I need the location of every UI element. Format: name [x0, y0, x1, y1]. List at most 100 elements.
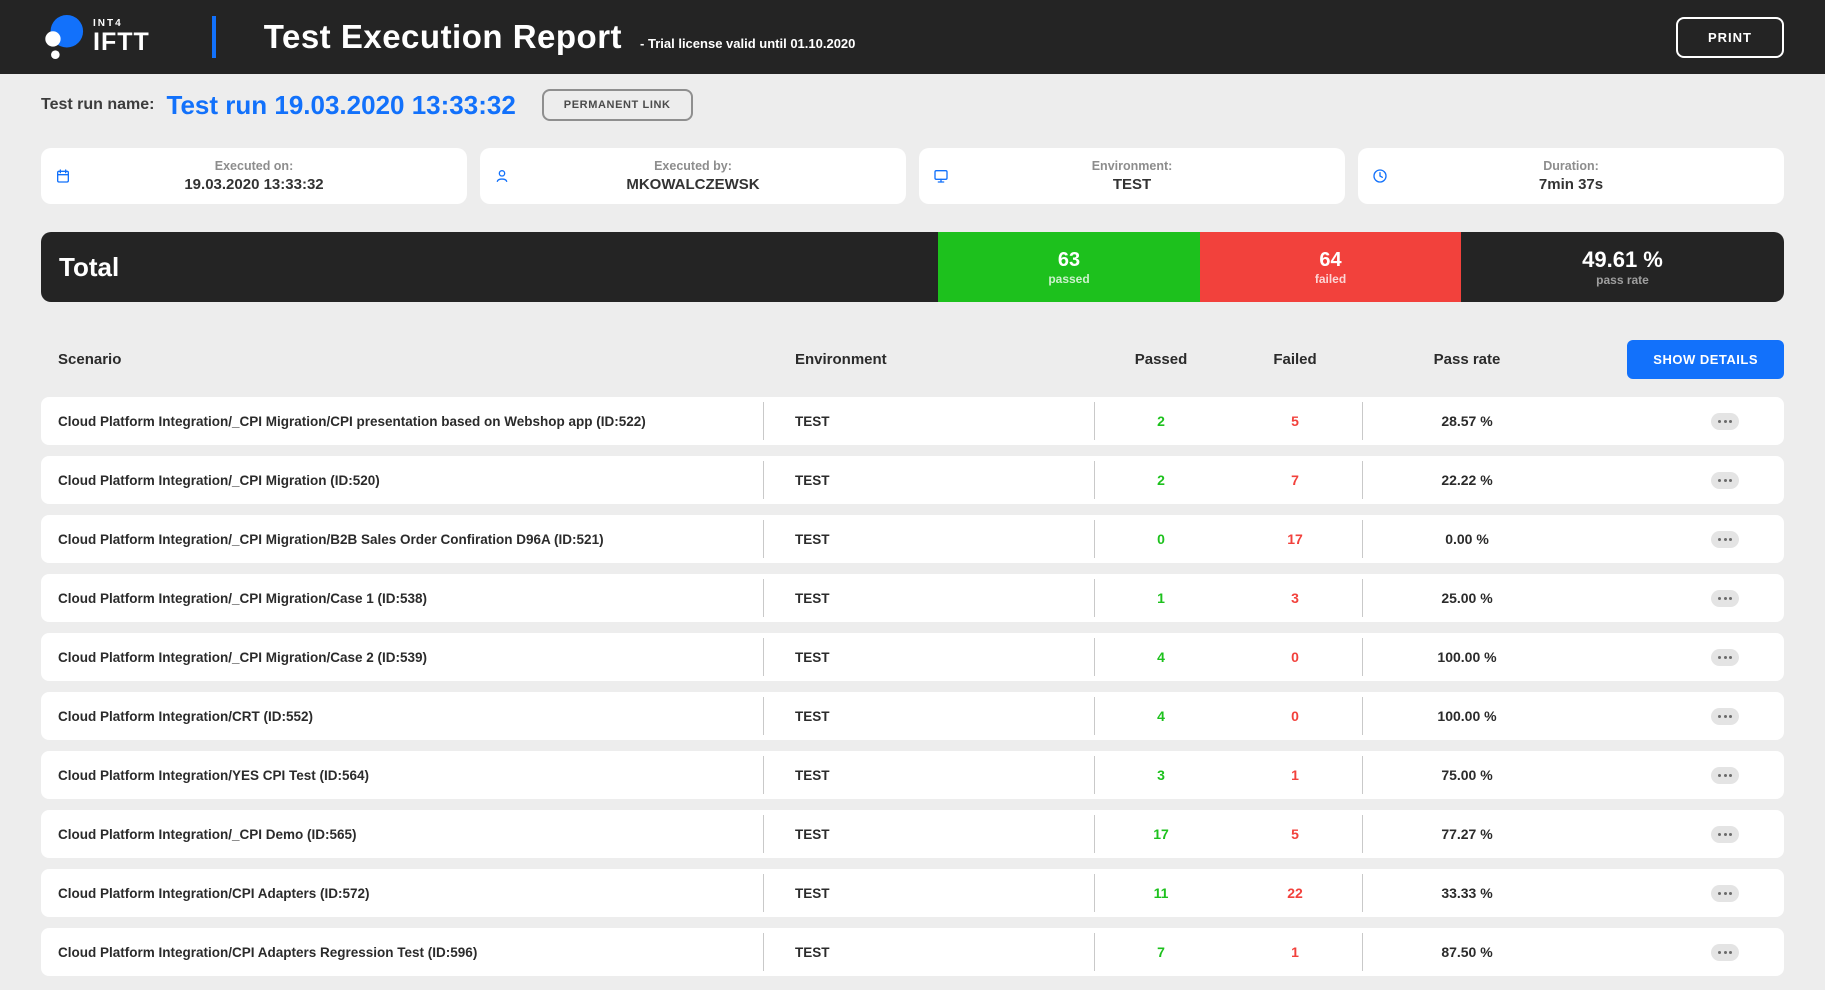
- column-divider: [1094, 874, 1095, 912]
- column-divider: [1362, 402, 1363, 440]
- scenario-cell: Cloud Platform Integration/_CPI Migratio…: [41, 473, 763, 488]
- column-divider: [1094, 520, 1095, 558]
- pass-rate-cell: 77.27 %: [1362, 826, 1572, 842]
- row-actions: [1572, 649, 1784, 666]
- ellipsis-icon: [1718, 538, 1721, 541]
- table-row: Cloud Platform Integration/_CPI Demo (ID…: [41, 810, 1784, 858]
- ellipsis-icon: [1718, 597, 1721, 600]
- pass-rate-cell: 75.00 %: [1362, 767, 1572, 783]
- column-divider: [763, 874, 764, 912]
- ellipsis-icon: [1718, 892, 1721, 895]
- passed-count: 63: [1058, 249, 1080, 272]
- row-more-options-button[interactable]: [1711, 767, 1739, 784]
- column-header-scenario: Scenario: [41, 351, 763, 368]
- failed-cell: 17: [1228, 531, 1362, 547]
- logo-mark-icon: [41, 12, 85, 62]
- row-actions: [1572, 590, 1784, 607]
- card-value: 7min 37s: [1539, 176, 1603, 193]
- table-row: Cloud Platform Integration/CRT (ID:552) …: [41, 692, 1784, 740]
- scenario-table-body: Cloud Platform Integration/_CPI Migratio…: [41, 397, 1784, 976]
- passed-cell: 4: [1094, 649, 1228, 665]
- scenario-cell: Cloud Platform Integration/_CPI Migratio…: [41, 591, 763, 606]
- ellipsis-icon: [1718, 479, 1721, 482]
- logo-text: INT4 IFTT: [93, 19, 150, 55]
- scenario-cell: Cloud Platform Integration/CPI Adapters …: [41, 886, 763, 901]
- environment-cell: TEST: [763, 768, 1094, 783]
- show-details-button[interactable]: SHOW DETAILS: [1627, 340, 1784, 379]
- duration-card: Duration: 7min 37s: [1358, 148, 1784, 204]
- column-divider: [763, 461, 764, 499]
- permanent-link-button[interactable]: PERMANENT LINK: [542, 89, 693, 121]
- environment-cell: TEST: [763, 532, 1094, 547]
- passed-caption: passed: [1048, 272, 1089, 286]
- table-row: Cloud Platform Integration/YES CPI Test …: [41, 751, 1784, 799]
- column-divider: [763, 638, 764, 676]
- pass-rate-cell: 0.00 %: [1362, 531, 1572, 547]
- ellipsis-icon: [1718, 420, 1721, 423]
- passed-cell: 7: [1094, 944, 1228, 960]
- column-header-pass-rate: Pass rate: [1362, 351, 1572, 368]
- scenario-cell: Cloud Platform Integration/_CPI Migratio…: [41, 414, 763, 429]
- card-value: TEST: [1113, 176, 1151, 193]
- row-more-options-button[interactable]: [1711, 649, 1739, 666]
- pass-rate-cell: 33.33 %: [1362, 885, 1572, 901]
- failed-cell: 0: [1228, 708, 1362, 724]
- failed-cell: 3: [1228, 590, 1362, 606]
- row-actions: [1572, 826, 1784, 843]
- row-more-options-button[interactable]: [1711, 885, 1739, 902]
- passed-cell: 11: [1094, 885, 1228, 901]
- table-row: Cloud Platform Integration/_CPI Migratio…: [41, 574, 1784, 622]
- total-passed-segment: 63 passed: [938, 232, 1200, 302]
- environment-cell: TEST: [763, 414, 1094, 429]
- column-divider: [1362, 638, 1363, 676]
- environment-cell: TEST: [763, 650, 1094, 665]
- row-more-options-button[interactable]: [1711, 531, 1739, 548]
- failed-cell: 0: [1228, 649, 1362, 665]
- row-more-options-button[interactable]: [1711, 944, 1739, 961]
- row-more-options-button[interactable]: [1711, 413, 1739, 430]
- failed-count: 64: [1319, 249, 1341, 272]
- row-actions: [1572, 413, 1784, 430]
- failed-cell: 1: [1228, 944, 1362, 960]
- header-divider: [212, 16, 216, 58]
- column-divider: [763, 697, 764, 735]
- calendar-icon: [55, 168, 71, 184]
- total-failed-segment: 64 failed: [1200, 232, 1461, 302]
- column-divider: [1362, 756, 1363, 794]
- column-divider: [1094, 933, 1095, 971]
- pass-rate-value: 49.61 %: [1582, 247, 1663, 272]
- failed-cell: 5: [1228, 826, 1362, 842]
- card-value: 19.03.2020 13:33:32: [184, 176, 323, 193]
- card-value: MKOWALCZEWSK: [626, 176, 759, 193]
- test-run-name-label: Test run name:: [41, 96, 155, 114]
- environment-cell: TEST: [763, 591, 1094, 606]
- table-row: Cloud Platform Integration/_CPI Migratio…: [41, 515, 1784, 563]
- column-divider: [763, 579, 764, 617]
- row-actions: [1572, 767, 1784, 784]
- card-label: Duration:: [1543, 159, 1599, 173]
- column-divider: [763, 815, 764, 853]
- row-more-options-button[interactable]: [1711, 590, 1739, 607]
- failed-cell: 7: [1228, 472, 1362, 488]
- environment-cell: TEST: [763, 473, 1094, 488]
- table-row: Cloud Platform Integration/CPI Adapters …: [41, 928, 1784, 976]
- scenario-cell: Cloud Platform Integration/YES CPI Test …: [41, 768, 763, 783]
- ellipsis-icon: [1718, 951, 1721, 954]
- column-divider: [1094, 579, 1095, 617]
- column-divider: [1094, 756, 1095, 794]
- test-run-name-value: Test run 19.03.2020 13:33:32: [167, 90, 516, 121]
- row-more-options-button[interactable]: [1711, 708, 1739, 725]
- passed-cell: 4: [1094, 708, 1228, 724]
- column-divider: [1362, 520, 1363, 558]
- int4-iftt-logo: INT4 IFTT: [41, 12, 150, 62]
- column-divider: [763, 520, 764, 558]
- failed-cell: 22: [1228, 885, 1362, 901]
- print-button[interactable]: PRINT: [1676, 17, 1784, 58]
- ellipsis-icon: [1718, 715, 1721, 718]
- passed-cell: 0: [1094, 531, 1228, 547]
- trial-license-note: - Trial license valid until 01.10.2020: [640, 36, 855, 51]
- pass-rate-cell: 22.22 %: [1362, 472, 1572, 488]
- row-more-options-button[interactable]: [1711, 472, 1739, 489]
- card-label: Executed by:: [654, 159, 732, 173]
- row-more-options-button[interactable]: [1711, 826, 1739, 843]
